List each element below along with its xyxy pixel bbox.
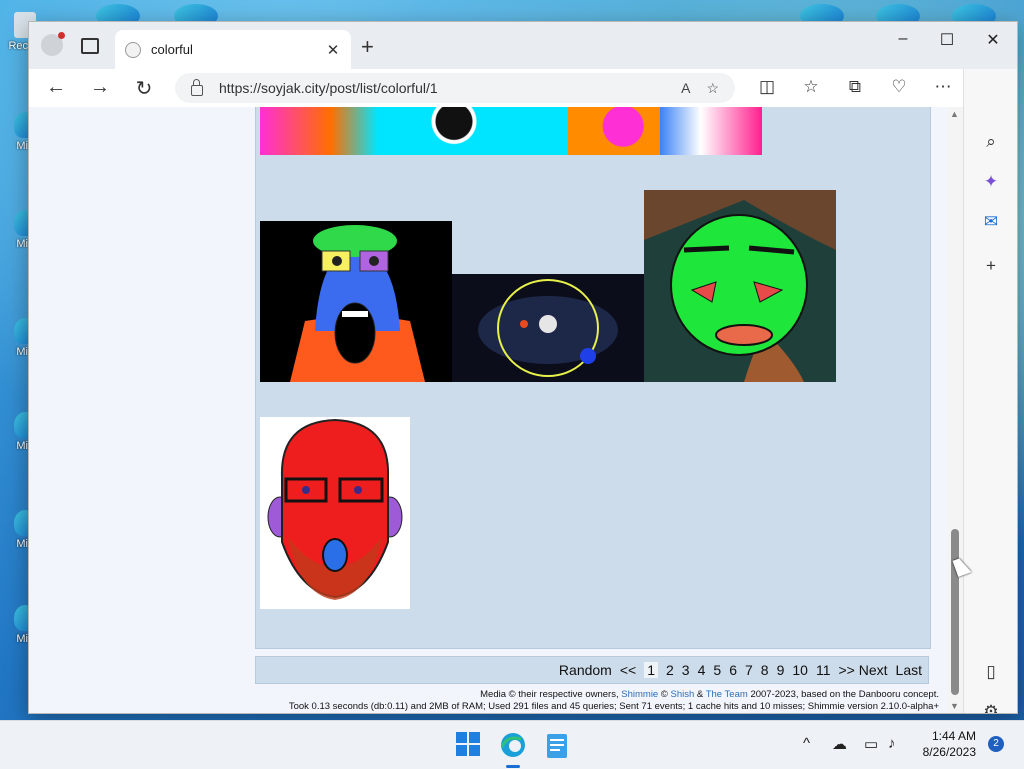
random-link[interactable]: Random xyxy=(559,662,612,678)
shimmie-link[interactable]: Shimmie xyxy=(621,689,658,700)
desktop-icon-edge[interactable]: Mi xyxy=(0,112,36,152)
desktop-icon-edge[interactable]: Mi xyxy=(0,510,36,550)
address-toolbar: ← → ↻ https://soyjak.city/post/list/colo… xyxy=(29,69,1017,108)
refresh-icon[interactable]: ↻ xyxy=(131,76,157,101)
close-window-button[interactable]: ✕ xyxy=(973,30,1013,50)
vertical-scrollbar[interactable]: ▲ ▼ xyxy=(947,107,963,713)
tab-colorful[interactable]: colorful ✕ xyxy=(115,30,351,69)
footer-stats: Took 0.13 seconds (db:0.11) and 2MB of R… xyxy=(288,701,939,712)
scrollbar-thumb[interactable] xyxy=(951,529,959,695)
page-link[interactable]: 7 xyxy=(745,662,753,678)
volume-icon[interactable]: ♪ xyxy=(888,735,896,752)
page-content: Random << 1 2 3 4 5 6 7 8 9 10 11 >> Nex… xyxy=(29,107,947,713)
page-link[interactable]: 4 xyxy=(698,662,706,678)
scroll-down-icon[interactable]: ▼ xyxy=(950,701,959,711)
chevron-up-icon[interactable]: ^ xyxy=(803,735,810,752)
image-list xyxy=(255,107,931,649)
last-link[interactable]: Last xyxy=(896,662,922,678)
page-link[interactable]: 8 xyxy=(761,662,769,678)
copilot-apps-icon[interactable]: ✦ xyxy=(978,169,1004,195)
next-link[interactable]: >> Next xyxy=(839,662,888,678)
notification-badge[interactable]: 2 xyxy=(988,736,1004,752)
tab-strip: colorful ✕ + – ☐ ✕ xyxy=(29,22,1017,69)
system-clock[interactable]: 1:44 AM 8/26/2023 xyxy=(920,728,976,760)
browser-essentials-icon[interactable]: ♡ xyxy=(887,77,911,97)
read-aloud-icon[interactable]: A xyxy=(681,80,690,96)
thumbnail-image[interactable] xyxy=(260,417,410,609)
shish-link[interactable]: Shish xyxy=(671,689,695,700)
page-link[interactable]: 3 xyxy=(682,662,690,678)
paginator: Random << 1 2 3 4 5 6 7 8 9 10 11 >> Nex… xyxy=(255,656,929,684)
desktop-icon-recycle-bin[interactable]: Rec xyxy=(0,12,36,52)
thumbnail-image[interactable] xyxy=(452,274,644,382)
minimize-button[interactable]: – xyxy=(883,30,923,48)
team-link[interactable]: The Team xyxy=(706,689,748,700)
page-link-current[interactable]: 1 xyxy=(644,662,658,678)
browser-window: colorful ✕ + – ☐ ✕ ← → ↻ https://soyjak.… xyxy=(28,21,1018,714)
edge-sidebar: ⌕ ✦ ✉ + ▯ ⚙ xyxy=(963,69,1017,713)
maximize-button[interactable]: ☐ xyxy=(927,30,967,50)
more-icon[interactable]: ⋯ xyxy=(931,77,955,97)
split-screen-icon[interactable]: ◫ xyxy=(755,77,779,97)
back-arrow-icon[interactable]: ← xyxy=(43,76,69,99)
onedrive-off-icon[interactable]: ☁ xyxy=(832,735,847,753)
settings-icon[interactable]: ⚙ xyxy=(978,699,1004,713)
outlook-icon[interactable]: ✉ xyxy=(978,209,1004,235)
favorites-icon[interactable]: ☆ xyxy=(799,77,823,97)
page-link[interactable]: 2 xyxy=(666,662,674,678)
taskbar: ^ ☁ ▭ ♪ 1:44 AM 8/26/2023 2 xyxy=(0,720,1024,769)
page-link[interactable]: 11 xyxy=(816,662,831,678)
edge-icon[interactable] xyxy=(499,731,527,759)
search-icon[interactable]: ⌕ xyxy=(978,129,1004,155)
forward-arrow-icon[interactable]: → xyxy=(87,76,113,99)
clock-time: 1:44 AM xyxy=(931,729,976,743)
notepad-icon[interactable] xyxy=(545,731,573,759)
address-bar[interactable]: https://soyjak.city/post/list/colorful/1… xyxy=(175,73,735,103)
page-footer: Media © their respective owners, Shimmie… xyxy=(29,685,947,713)
desktop-icon-edge[interactable]: Mi xyxy=(0,210,36,250)
scroll-up-icon[interactable]: ▲ xyxy=(950,109,959,119)
thumbnail-image[interactable] xyxy=(644,190,836,382)
url-text[interactable]: https://soyjak.city/post/list/colorful/1 xyxy=(219,80,681,96)
collections-icon[interactable]: ⧉ xyxy=(843,77,867,97)
lock-icon[interactable] xyxy=(191,78,203,96)
close-icon[interactable]: ✕ xyxy=(325,41,341,59)
page-link[interactable]: 5 xyxy=(713,662,721,678)
page-favicon-icon xyxy=(125,41,141,58)
panel-icon[interactable]: ▯ xyxy=(978,659,1004,685)
star-icon[interactable]: ☆ xyxy=(706,80,719,97)
network-icon[interactable]: ▭ xyxy=(864,735,878,753)
prev-link[interactable]: << xyxy=(620,662,636,678)
page-link[interactable]: 9 xyxy=(777,662,785,678)
desktop-icon-edge[interactable]: Mi xyxy=(0,605,36,645)
thumbnail-image[interactable] xyxy=(260,221,452,382)
desktop-icon-edge[interactable]: Mi xyxy=(0,412,36,452)
page-link[interactable]: 10 xyxy=(792,662,808,678)
clock-date: 8/26/2023 xyxy=(922,745,976,759)
desktop-icon-edge[interactable]: Mi xyxy=(0,318,36,358)
plus-icon[interactable]: + xyxy=(361,34,374,60)
tab-title: colorful xyxy=(151,42,193,57)
tab-actions-icon[interactable] xyxy=(81,38,99,54)
thumbnail-partial[interactable] xyxy=(260,107,762,155)
windows-start-icon[interactable] xyxy=(455,731,483,759)
page-link[interactable]: 6 xyxy=(729,662,737,678)
profile-icon[interactable] xyxy=(41,32,65,56)
plus-icon[interactable]: + xyxy=(978,253,1004,279)
